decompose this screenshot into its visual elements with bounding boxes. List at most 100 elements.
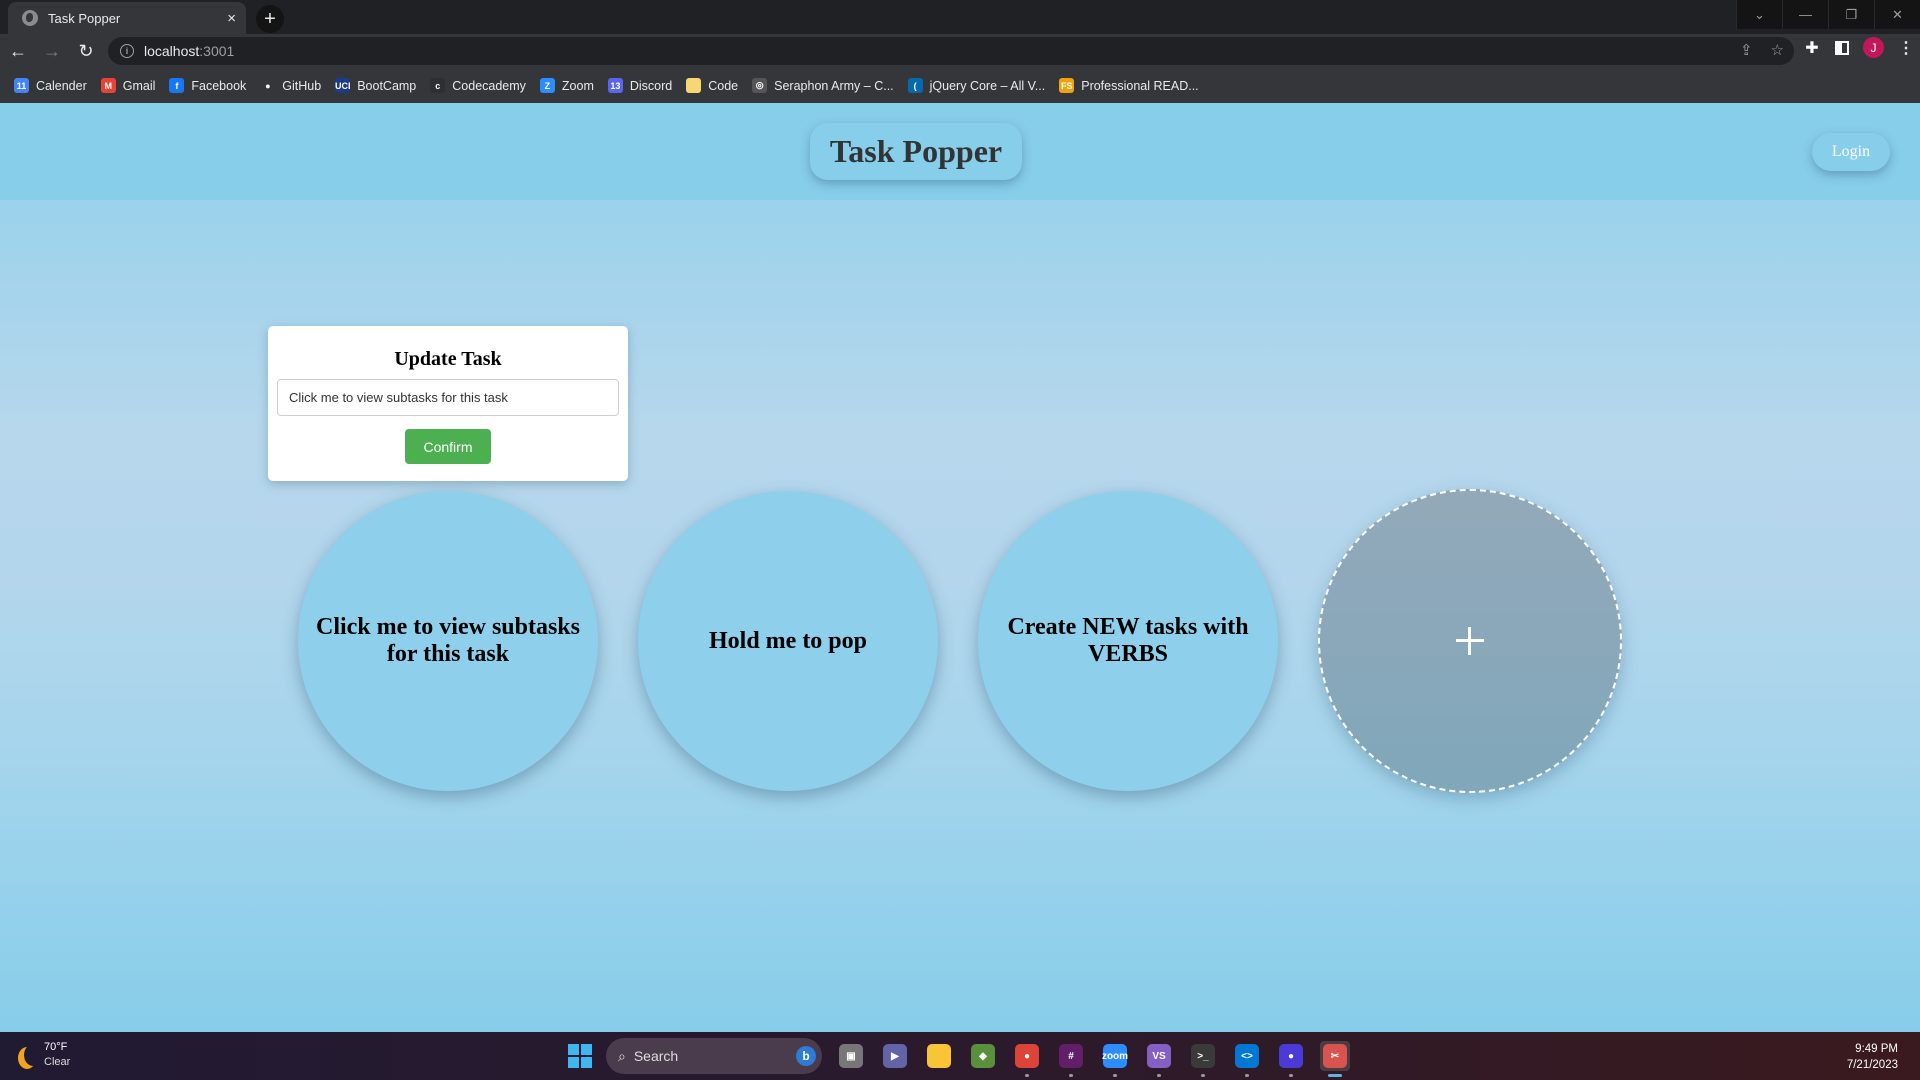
zoom-icon: Z: [539, 78, 555, 93]
file-explorer-icon: [927, 1044, 951, 1068]
bookmark-item[interactable]: Z Zoom: [539, 78, 594, 93]
running-indicator: [1025, 1074, 1029, 1077]
task-bubble[interactable]: Hold me to pop: [638, 491, 938, 791]
taskbar-app-eclipse[interactable]: ●: [1276, 1041, 1306, 1077]
bookmark-item[interactable]: f Facebook: [169, 78, 246, 93]
chrome-icon: ●: [1015, 1044, 1039, 1068]
taskbar-app-file-explorer[interactable]: [924, 1041, 954, 1071]
taskbar-search[interactable]: ⌕ Search b: [606, 1038, 822, 1074]
taskbar-app-slack[interactable]: #: [1056, 1041, 1086, 1077]
clock-time: 9:49 PM: [1855, 1043, 1898, 1055]
app-header: Task Popper Login: [0, 103, 1920, 200]
new-tab-button[interactable]: +: [256, 5, 284, 33]
bookmark-item[interactable]: 11 Calender: [14, 78, 87, 93]
running-indicator: [1113, 1074, 1117, 1077]
bookmark-item[interactable]: Code: [686, 78, 738, 93]
fs-icon: FS: [1059, 78, 1075, 93]
bookmark-item[interactable]: UCI BootCamp: [335, 78, 416, 93]
modal-title: Update Task: [394, 348, 502, 370]
bookmarks-bar: 11 Calender M Gmail f Facebook ● GitHub UCI BootC…: [0, 68, 1920, 103]
task-bubble[interactable]: Create NEW tasks with VERBS: [978, 491, 1278, 791]
terminal-icon: >_: [1191, 1044, 1215, 1068]
teams-chat-icon: ▶: [883, 1044, 907, 1068]
bookmark-item[interactable]: 13 Discord: [607, 78, 673, 93]
confirm-button[interactable]: Confirm: [405, 429, 491, 464]
profile-avatar[interactable]: J: [1863, 37, 1884, 58]
add-task-button[interactable]: [1318, 489, 1622, 793]
login-button[interactable]: Login: [1812, 133, 1890, 171]
taskbar-app-teams-chat[interactable]: ▶: [880, 1041, 910, 1071]
folder-icon: [686, 78, 702, 93]
slack-icon: #: [1059, 1044, 1083, 1068]
app-title: Task Popper: [810, 123, 1022, 180]
browser-tab[interactable]: Task Popper ×: [8, 2, 246, 34]
eclipse-icon: ●: [1279, 1044, 1303, 1068]
task-view-icon: ▣: [839, 1044, 863, 1068]
forward-button[interactable]: →: [36, 37, 68, 65]
search-label: Search: [633, 1048, 679, 1064]
facebook-icon: f: [169, 78, 185, 93]
bookmark-item[interactable]: ( jQuery Core – All V...: [907, 78, 1046, 93]
codecademy-icon: c: [430, 78, 446, 93]
bookmark-star-icon[interactable]: ☆: [1771, 41, 1784, 59]
url-host: localhost: [144, 43, 200, 59]
taskbar-app-git-kraken[interactable]: ◆: [968, 1041, 998, 1071]
window-controls: ⌄ — ❐ ✕: [1736, 0, 1920, 29]
running-indicator: [1201, 1074, 1205, 1077]
bookmark-item[interactable]: ◎ Seraphon Army – C...: [752, 78, 894, 93]
bookmark-item[interactable]: c Codecademy: [430, 78, 526, 93]
bookmark-label: Professional READ...: [1081, 78, 1199, 93]
address-bar[interactable]: i localhost :3001 ⇪ ☆: [108, 37, 1794, 65]
bookmark-item[interactable]: FS Professional READ...: [1059, 78, 1199, 93]
taskbar-app-task-view[interactable]: ▣: [836, 1041, 866, 1071]
google-calendar-icon: 11: [14, 78, 29, 93]
moon-icon: [24, 1044, 42, 1066]
restore-button[interactable]: ❐: [1828, 0, 1874, 29]
side-panel-icon[interactable]: [1835, 40, 1849, 55]
windows-start-icon[interactable]: [568, 1044, 592, 1068]
bookmark-label: Zoom: [561, 78, 594, 93]
plus-icon: [1456, 627, 1484, 655]
vscode-icon: <>: [1235, 1044, 1259, 1068]
taskbar-app-terminal[interactable]: >_: [1188, 1041, 1218, 1077]
bookmark-label: GitHub: [282, 78, 322, 93]
taskbar-app-chrome[interactable]: ●: [1012, 1041, 1042, 1077]
weather-widget[interactable]: 70°F Clear: [18, 1040, 70, 1070]
tab-search-button[interactable]: ⌄: [1736, 0, 1782, 29]
weather-condition: Clear: [44, 1056, 71, 1068]
back-button[interactable]: ←: [2, 37, 34, 65]
task-name-input[interactable]: [277, 379, 619, 416]
info-icon[interactable]: i: [120, 44, 134, 58]
windows-taskbar: 70°F Clear ⌕ Search b ▣ ▶ ◆ ● # zoom VS >_ <> ● ✂ …: [0, 1032, 1920, 1080]
bing-icon[interactable]: b: [796, 1046, 816, 1066]
minimize-button[interactable]: —: [1782, 0, 1828, 29]
github-icon: ●: [260, 78, 276, 93]
system-clock[interactable]: 9:49 PM 7/21/2023: [1847, 1041, 1898, 1073]
running-indicator: [1328, 1074, 1342, 1077]
search-icon: ⌕: [618, 1047, 626, 1064]
globe-icon: [22, 10, 38, 26]
extensions-puzzle-icon[interactable]: ✚: [1803, 39, 1821, 57]
taskbar-app-vscode[interactable]: <>: [1232, 1041, 1262, 1077]
jquery-icon: (: [907, 78, 923, 93]
close-window-button[interactable]: ✕: [1874, 0, 1920, 29]
running-indicator: [1069, 1074, 1073, 1077]
bookmark-item[interactable]: ● GitHub: [260, 78, 321, 93]
bookmark-label: Discord: [629, 78, 673, 93]
task-bubble[interactable]: Click me to view subtasks for this task: [298, 491, 598, 791]
bookmark-label: BootCamp: [357, 78, 417, 93]
running-indicator: [1245, 1074, 1249, 1077]
running-indicator: [1289, 1074, 1293, 1077]
kebab-menu-icon[interactable]: ⋮: [1898, 38, 1914, 58]
taskbar-app-visual-studio[interactable]: VS: [1144, 1041, 1174, 1077]
update-task-modal: Update Task Confirm: [268, 326, 628, 481]
taskbar-app-zoom[interactable]: zoom: [1100, 1041, 1130, 1077]
bookmark-item[interactable]: M Gmail: [100, 78, 155, 93]
bookmark-label: Calender: [36, 78, 87, 93]
tab-close-icon[interactable]: ×: [227, 10, 236, 27]
share-icon[interactable]: ⇪: [1740, 41, 1753, 59]
bookmark-label: jQuery Core – All V...: [929, 78, 1046, 93]
gmail-icon: M: [100, 78, 116, 93]
reload-button[interactable]: ↻: [70, 37, 102, 65]
taskbar-app-snipping-tool[interactable]: ✂: [1320, 1041, 1350, 1077]
